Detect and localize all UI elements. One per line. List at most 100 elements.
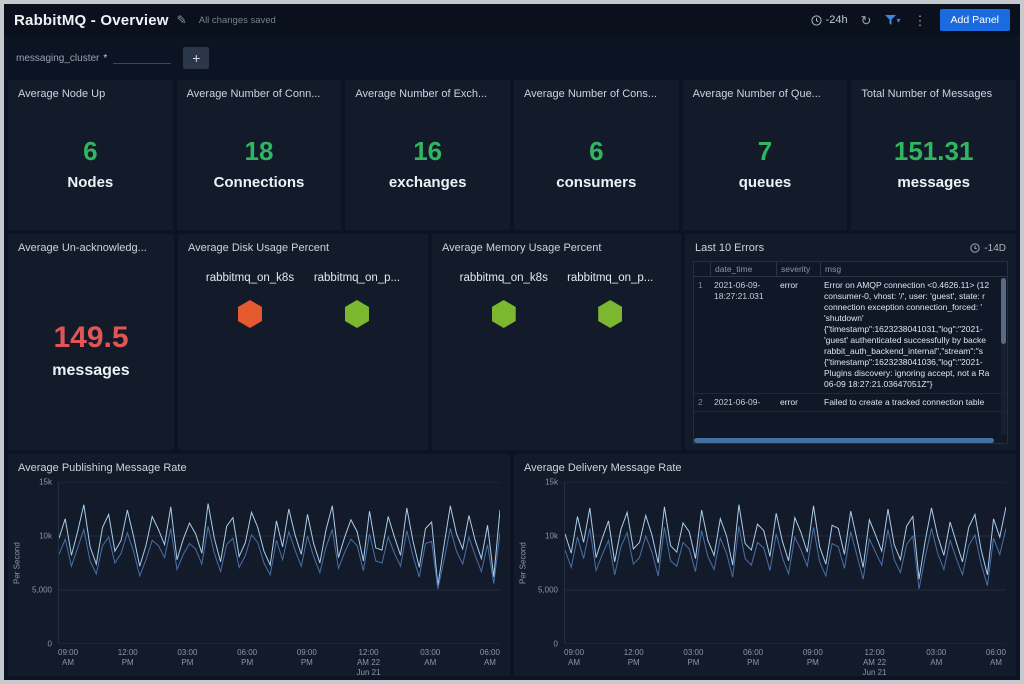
variable-input[interactable] — [113, 51, 171, 64]
line-chart — [59, 482, 500, 644]
panel-average-queues[interactable]: Average Number of Que... 7 queues — [683, 80, 848, 230]
hexagon-icon[interactable] — [238, 300, 262, 328]
y-axis-ticks: 15k10k5,0000 — [530, 482, 564, 644]
stat-value: 151.31 — [894, 136, 974, 167]
hexagon-icon[interactable] — [345, 300, 369, 328]
error-date: 2021-06-09- 18:27:21.031 — [710, 280, 776, 390]
panel-delivery-rate-chart[interactable]: Average Delivery Message Rate Per Second… — [514, 454, 1016, 676]
filter-button[interactable]: ▾ — [885, 15, 901, 26]
stat-unit: queues — [739, 174, 792, 191]
honeycomb-cell[interactable]: rabbitmq_on_p... — [567, 272, 653, 328]
hexagon-icon[interactable] — [492, 300, 516, 328]
stat-value: 6 — [83, 136, 97, 167]
honeycomb-label: rabbitmq_on_k8s — [460, 272, 548, 284]
panel-average-node-up[interactable]: Average Node Up 6 Nodes — [8, 80, 173, 230]
dashboard-content: Average Node Up 6 Nodes Average Number o… — [4, 80, 1020, 680]
y-axis-label: Per Second — [10, 482, 24, 644]
stat-unit: Connections — [214, 174, 305, 191]
horizontal-scrollbar[interactable] — [694, 438, 1007, 443]
vertical-scrollbar[interactable] — [1001, 278, 1006, 435]
more-menu-icon[interactable]: ⋮ — [914, 14, 927, 27]
header: RabbitMQ - Overview ✎ All changes saved … — [4, 4, 1020, 36]
errors-table[interactable]: date_time severity msg 1 2021-06-09- 18:… — [693, 261, 1008, 444]
chart-plot-area[interactable] — [58, 482, 500, 644]
funnel-icon — [885, 15, 896, 26]
error-row[interactable]: 1 2021-06-09- 18:27:21.031 error Error o… — [694, 277, 1007, 394]
stat-unit: consumers — [556, 174, 636, 191]
error-severity: error — [776, 397, 820, 408]
panel-title: Average Memory Usage Percent — [432, 234, 681, 258]
honeycomb-cell[interactable]: rabbitmq_on_k8s — [460, 272, 548, 328]
panel-average-connections[interactable]: Average Number of Conn... 18 Connections — [177, 80, 342, 230]
save-status: All changes saved — [199, 15, 276, 26]
error-message: Failed to create a tracked connection ta… — [820, 397, 1007, 408]
row-number: 2 — [694, 397, 710, 408]
honeycomb-label: rabbitmq_on_p... — [567, 272, 653, 284]
time-range-button[interactable]: -24h — [811, 14, 848, 26]
row-number: 1 — [694, 280, 710, 390]
column-date-time[interactable]: date_time — [710, 262, 776, 276]
honeycomb-label: rabbitmq_on_p... — [314, 272, 400, 284]
stat-unit: messages — [52, 362, 129, 380]
x-axis-ticks: 09:00AM12:00PM03:00PM06:00PM09:00PM12:00… — [58, 644, 500, 674]
dashboard-frame: RabbitMQ - Overview ✎ All changes saved … — [0, 0, 1024, 684]
column-index — [694, 262, 710, 276]
panel-title: Average Disk Usage Percent — [178, 234, 428, 258]
panel-publishing-rate-chart[interactable]: Average Publishing Message Rate Per Seco… — [8, 454, 510, 676]
add-panel-button[interactable]: Add Panel — [940, 9, 1010, 31]
stat-value: 18 — [245, 136, 274, 167]
column-severity[interactable]: severity — [776, 262, 820, 276]
refresh-icon[interactable]: ↻ — [861, 14, 872, 27]
stat-unit: exchanges — [389, 174, 467, 191]
edit-icon[interactable]: ✎ — [177, 13, 187, 27]
honeycomb-cell[interactable]: rabbitmq_on_k8s — [206, 272, 294, 328]
page-title: RabbitMQ - Overview — [14, 12, 169, 29]
stat-unit: messages — [897, 174, 970, 191]
honeycomb-cell[interactable]: rabbitmq_on_p... — [314, 272, 400, 328]
stat-row: Average Node Up 6 Nodes Average Number o… — [8, 80, 1016, 230]
y-axis-label: Per Second — [516, 482, 530, 644]
panel-total-messages[interactable]: Total Number of Messages 151.31 messages — [851, 80, 1016, 230]
variable-messaging-cluster[interactable]: messaging_cluster * — [16, 51, 171, 66]
charts-row: Average Publishing Message Rate Per Seco… — [8, 454, 1016, 676]
hexagon-icon[interactable] — [598, 300, 622, 328]
clock-icon — [970, 243, 980, 253]
error-severity: error — [776, 280, 820, 390]
variable-label: messaging_cluster — [16, 53, 99, 64]
x-axis-ticks: 09:00AM12:00PM03:00PM06:00PM09:00PM12:00… — [564, 644, 1006, 674]
errors-time-range-button[interactable]: -14D — [970, 243, 1006, 254]
panel-title: Average Publishing Message Rate — [8, 454, 510, 478]
add-variable-button[interactable]: + — [183, 47, 209, 69]
stat-unit: Nodes — [67, 174, 113, 191]
error-row[interactable]: 2 2021-06-09- error Failed to create a t… — [694, 394, 1007, 412]
middle-row: Average Un-acknowledg... 149.5 messages … — [8, 234, 1016, 450]
errors-time-range-label: -14D — [984, 243, 1006, 254]
panel-average-consumers[interactable]: Average Number of Cons... 6 consumers — [514, 80, 679, 230]
time-range-label: -24h — [826, 14, 848, 26]
panel-disk-usage[interactable]: Average Disk Usage Percent rabbitmq_on_k… — [178, 234, 428, 450]
panel-title: Average Delivery Message Rate — [514, 454, 1016, 478]
error-message: Error on AMQP connection <0.4626.11> (12… — [820, 280, 1007, 390]
chart-plot-area[interactable] — [564, 482, 1006, 644]
y-axis-ticks: 15k10k5,0000 — [24, 482, 58, 644]
column-msg[interactable]: msg — [820, 262, 1007, 276]
line-chart — [565, 482, 1006, 644]
required-asterisk: * — [103, 53, 107, 64]
stat-value: 6 — [589, 136, 603, 167]
stat-value: 7 — [758, 136, 772, 167]
stat-value: 16 — [413, 136, 442, 167]
stat-value: 149.5 — [53, 321, 128, 355]
chevron-down-icon: ▾ — [897, 16, 901, 25]
error-date: 2021-06-09- — [710, 397, 776, 408]
clock-icon — [811, 15, 822, 26]
panel-memory-usage[interactable]: Average Memory Usage Percent rabbitmq_on… — [432, 234, 681, 450]
panel-average-exchanges[interactable]: Average Number of Exch... 16 exchanges — [345, 80, 510, 230]
panel-title: Last 10 Errors — [695, 242, 764, 254]
scrollbar-thumb[interactable] — [694, 438, 994, 443]
filter-bar: messaging_cluster * + — [4, 36, 1020, 80]
panel-last-10-errors[interactable]: Last 10 Errors -14D date_time severity m… — [685, 234, 1016, 450]
scrollbar-thumb[interactable] — [1001, 278, 1006, 344]
panel-unacknowledged-messages[interactable]: Average Un-acknowledg... 149.5 messages — [8, 234, 174, 450]
honeycomb-label: rabbitmq_on_k8s — [206, 272, 294, 284]
errors-table-header: date_time severity msg — [694, 262, 1007, 277]
